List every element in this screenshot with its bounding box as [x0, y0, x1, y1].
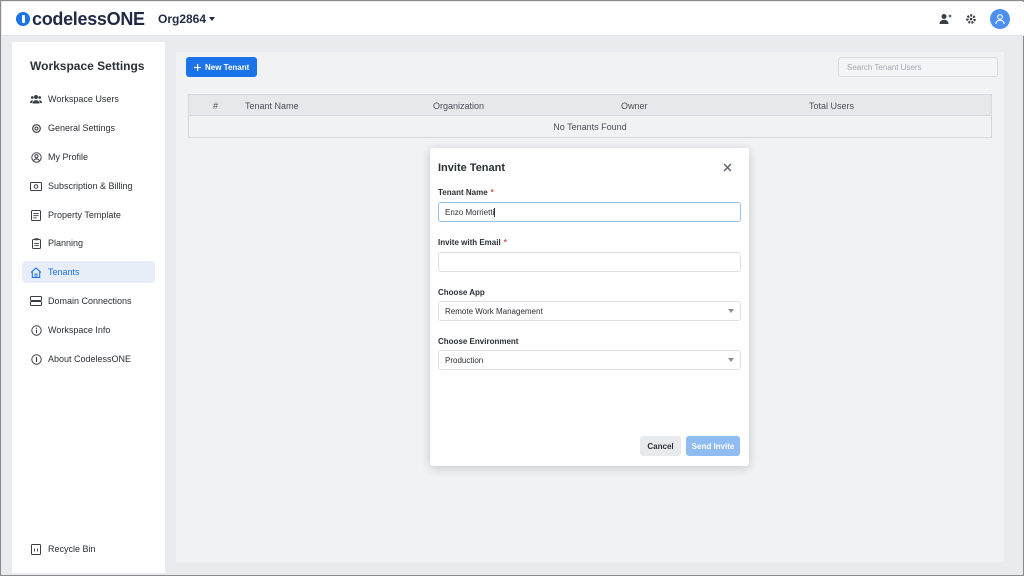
chevron-down-icon: [209, 17, 216, 21]
column-header-owner[interactable]: Owner: [621, 101, 648, 111]
logo-text: codelessONE: [32, 8, 145, 29]
tenant-name-value: Enzo Morrietti: [445, 207, 496, 217]
sidebar-item-label: Planning: [48, 238, 84, 248]
sidebar-item-workspace-info[interactable]: Workspace Info: [22, 319, 155, 341]
info-icon: [30, 324, 42, 336]
sidebar-item-label: My Profile: [48, 152, 89, 162]
tenant-name-input[interactable]: Enzo Morrietti: [438, 202, 741, 222]
invite-email-label: Invite with Email *: [438, 238, 507, 247]
users-icon: [30, 93, 42, 105]
chevron-down-icon: [728, 309, 734, 313]
top-actions: [938, 9, 1010, 29]
column-header-total-users[interactable]: Total Users: [809, 101, 854, 111]
invite-email-label-text: Invite with Email: [438, 238, 501, 247]
cancel-button[interactable]: Cancel: [640, 436, 681, 456]
sidebar-item-tenants[interactable]: Tenants: [22, 261, 155, 283]
top-bar: codelessONE Org2864: [2, 2, 1024, 36]
tenant-name-label: Tenant Name *: [438, 188, 494, 197]
sidebar-item-planning[interactable]: Planning: [22, 232, 155, 254]
sidebar-item-label: Workspace Info: [48, 325, 111, 335]
modal-title: Invite Tenant: [438, 162, 506, 174]
sidebar-item-label: Domain Connections: [48, 296, 132, 306]
tenant-name-label-text: Tenant Name: [438, 188, 488, 197]
sidebar-item-general-settings[interactable]: General Settings: [22, 117, 155, 139]
sidebar-item-label: About CodelessONE: [48, 354, 132, 364]
profile-icon: [30, 151, 42, 163]
column-header-organization[interactable]: Organization: [433, 101, 484, 111]
table-header: # Tenant Name Organization Owner Total U…: [189, 95, 991, 116]
invite-email-input[interactable]: [438, 252, 741, 272]
close-icon[interactable]: [721, 161, 733, 173]
billing-icon: [30, 180, 42, 192]
sidebar-item-property-template[interactable]: Property Template: [22, 204, 155, 226]
empty-state-row: No Tenants Found: [189, 116, 991, 137]
choose-app-select[interactable]: Remote Work Management: [438, 301, 741, 321]
user-avatar-icon[interactable]: [990, 9, 1010, 29]
app-window: codelessONE Org2864 Workspace Settings W…: [0, 0, 1024, 576]
logo-mark-icon: [16, 12, 30, 26]
tenants-table: # Tenant Name Organization Owner Total U…: [188, 94, 992, 138]
sidebar-item-label: Recycle Bin: [48, 544, 96, 554]
choose-environment-value: Production: [445, 355, 484, 365]
sidebar-item-about-codelessone[interactable]: About CodelessONE: [22, 348, 155, 370]
sidebar-item-label: Tenants: [48, 267, 80, 277]
sidebar: Workspace Settings Workspace Users Gener…: [12, 42, 165, 573]
sidebar-item-domain-connections[interactable]: Domain Connections: [22, 290, 155, 312]
plus-icon: [194, 63, 201, 71]
required-marker: *: [490, 188, 494, 197]
sidebar-title: Workspace Settings: [30, 59, 145, 73]
gear-icon: [30, 122, 42, 134]
new-tenant-label: New Tenant: [205, 62, 250, 72]
home-icon: [30, 266, 42, 278]
server-icon: [30, 295, 42, 307]
org-name: Org2864: [158, 12, 207, 26]
logo[interactable]: codelessONE: [16, 9, 145, 29]
search-tenant-users-input[interactable]: [838, 57, 998, 77]
sidebar-item-subscription-billing[interactable]: Subscription & Billing: [22, 175, 155, 197]
recycle-bin-icon: [30, 543, 42, 555]
send-invite-button[interactable]: Send Invite: [686, 436, 740, 456]
sidebar-item-label: General Settings: [48, 123, 116, 133]
choose-environment-select[interactable]: Production: [438, 350, 741, 370]
about-icon: [30, 353, 42, 365]
required-marker: *: [503, 238, 507, 247]
add-user-icon[interactable]: [938, 12, 952, 26]
chevron-down-icon: [728, 358, 734, 362]
new-tenant-button[interactable]: New Tenant: [186, 57, 258, 77]
column-header-index[interactable]: #: [213, 101, 218, 111]
choose-app-label: Choose App: [438, 288, 485, 297]
org-switcher[interactable]: Org2864: [158, 12, 216, 26]
choose-environment-label: Choose Environment: [438, 337, 519, 346]
sidebar-item-label: Subscription & Billing: [48, 181, 133, 191]
sidebar-item-recycle-bin[interactable]: Recycle Bin: [22, 538, 155, 560]
sidebar-item-workspace-users[interactable]: Workspace Users: [22, 88, 155, 110]
gear-icon[interactable]: [964, 12, 978, 26]
sidebar-item-my-profile[interactable]: My Profile: [22, 146, 155, 168]
invite-tenant-modal: Invite Tenant Tenant Name * Enzo Morriett…: [430, 148, 749, 466]
clipboard-icon: [30, 237, 42, 249]
sidebar-item-label: Workspace Users: [48, 94, 119, 104]
sidebar-item-label: Property Template: [48, 210, 121, 220]
choose-app-value: Remote Work Management: [445, 306, 543, 316]
empty-state-text: No Tenants Found: [553, 121, 627, 132]
template-icon: [30, 209, 42, 221]
column-header-tenant-name[interactable]: Tenant Name: [245, 101, 299, 111]
